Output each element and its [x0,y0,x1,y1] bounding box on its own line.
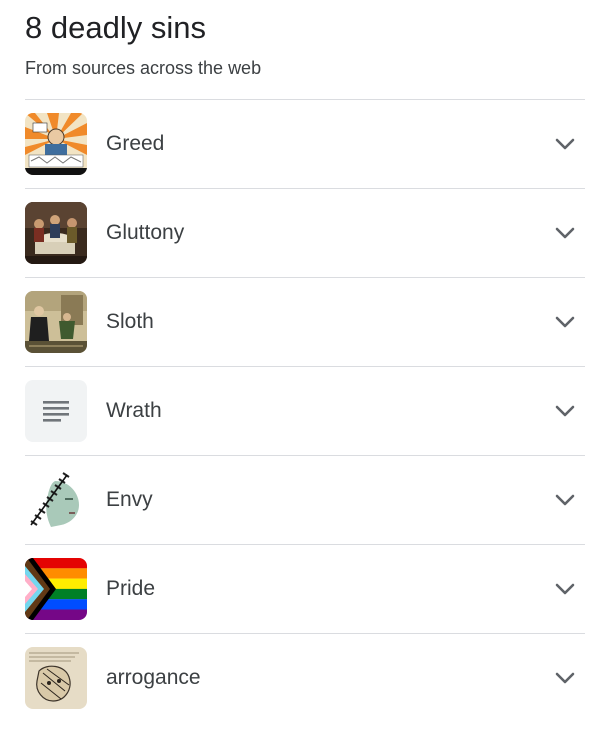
chevron-down-icon[interactable] [553,399,577,423]
chevron-down-icon[interactable] [553,666,577,690]
list-item-label: Gluttony [106,221,185,244]
chevron-down-icon[interactable] [553,577,577,601]
chevron-down-icon[interactable] [553,221,577,245]
sloth-thumbnail [25,291,87,353]
list-item-label: Wrath [106,399,162,422]
gluttony-thumbnail [25,202,87,264]
list-item-label: Envy [106,488,153,511]
list-item-label: Pride [106,577,156,600]
chevron-down-icon[interactable] [553,488,577,512]
envy-thumbnail [25,469,87,531]
list-item-envy[interactable]: Envy [25,455,585,544]
list-item-greed[interactable]: Greed [25,99,585,188]
list-item-arrogance[interactable]: arrogance [25,633,585,722]
page-title: 8 deadly sins [25,10,206,45]
greed-thumbnail [25,113,87,175]
arrogance-thumbnail [25,647,87,709]
list-item-label: arrogance [106,666,201,689]
chevron-down-icon[interactable] [553,310,577,334]
chevron-down-icon[interactable] [553,132,577,156]
text-placeholder-icon [25,380,87,442]
results-panel: 8 deadly sins From sources across the we… [0,0,610,737]
list-item-label: Sloth [106,310,154,333]
progress-pride-flag-thumbnail [25,558,87,620]
sins-list: Greed Gluttony Sloth Wrath Envy Pride ar… [25,99,585,722]
list-item-sloth[interactable]: Sloth [25,277,585,366]
list-item-gluttony[interactable]: Gluttony [25,188,585,277]
list-item-label: Greed [106,132,165,155]
page-subtitle: From sources across the web [25,58,262,78]
list-item-wrath[interactable]: Wrath [25,366,585,455]
list-item-pride[interactable]: Pride [25,544,585,633]
